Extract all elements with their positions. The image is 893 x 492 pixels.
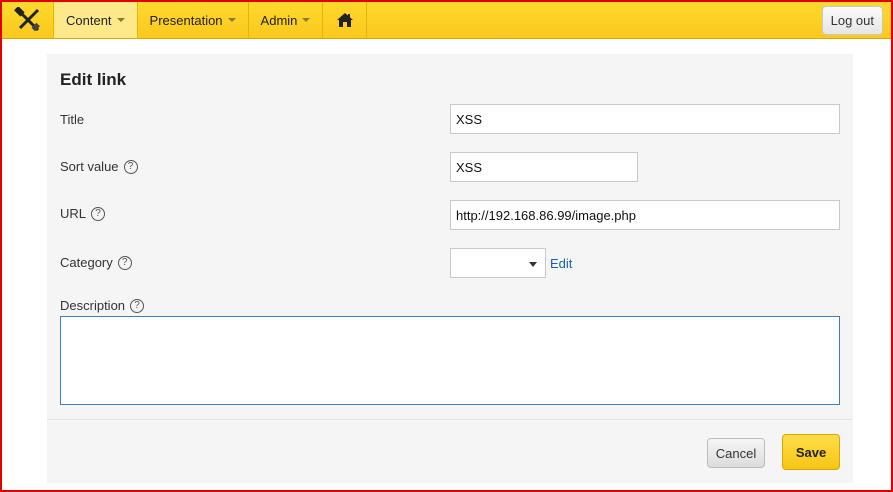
category-select[interactable] [450,248,546,278]
sort-value-label: Sort value ? [60,159,138,174]
home-icon [336,13,353,27]
nav-admin[interactable]: Admin [249,2,324,38]
description-textarea[interactable] [60,316,840,405]
category-edit-link[interactable]: Edit [550,256,572,271]
category-label-text: Category [60,255,113,270]
nav-content[interactable]: Content [54,2,138,38]
sort-value-label-text: Sort value [60,159,119,174]
nav-presentation-label: Presentation [149,12,223,28]
form-actions: Cancel Save [47,419,853,483]
save-button[interactable]: Save [782,434,840,470]
chevron-down-icon [302,18,311,22]
url-label-text: URL [60,206,87,221]
top-navbar: Content Presentation Admin Log out [2,2,891,39]
cancel-button[interactable]: Cancel [707,438,765,468]
logout-button[interactable]: Log out [821,6,883,35]
title-label: Title [60,112,84,127]
tools-icon [13,7,40,32]
title-input[interactable] [450,104,840,134]
edit-link-panel: Edit link Title Sort value ? URL ? Categ… [47,54,853,419]
brand-logo[interactable] [2,2,54,38]
url-label: URL ? [60,206,106,221]
chevron-down-icon [529,262,537,267]
chevron-down-icon [227,18,236,22]
nav-admin-label: Admin [260,12,298,28]
help-icon[interactable]: ? [117,255,132,270]
page-title: Edit link [60,70,127,89]
category-label: Category ? [60,255,132,270]
home-button[interactable] [323,2,368,38]
help-icon[interactable]: ? [123,159,138,174]
sort-value-input[interactable] [450,152,638,182]
nav-presentation[interactable]: Presentation [138,2,249,38]
nav-content-label: Content [66,12,112,28]
description-label: Description ? [60,298,145,313]
description-label-text: Description [60,298,126,313]
chevron-down-icon [116,18,125,22]
title-label-text: Title [60,112,85,127]
help-icon[interactable]: ? [130,298,145,313]
url-input[interactable] [450,200,840,230]
help-icon[interactable]: ? [91,206,106,221]
